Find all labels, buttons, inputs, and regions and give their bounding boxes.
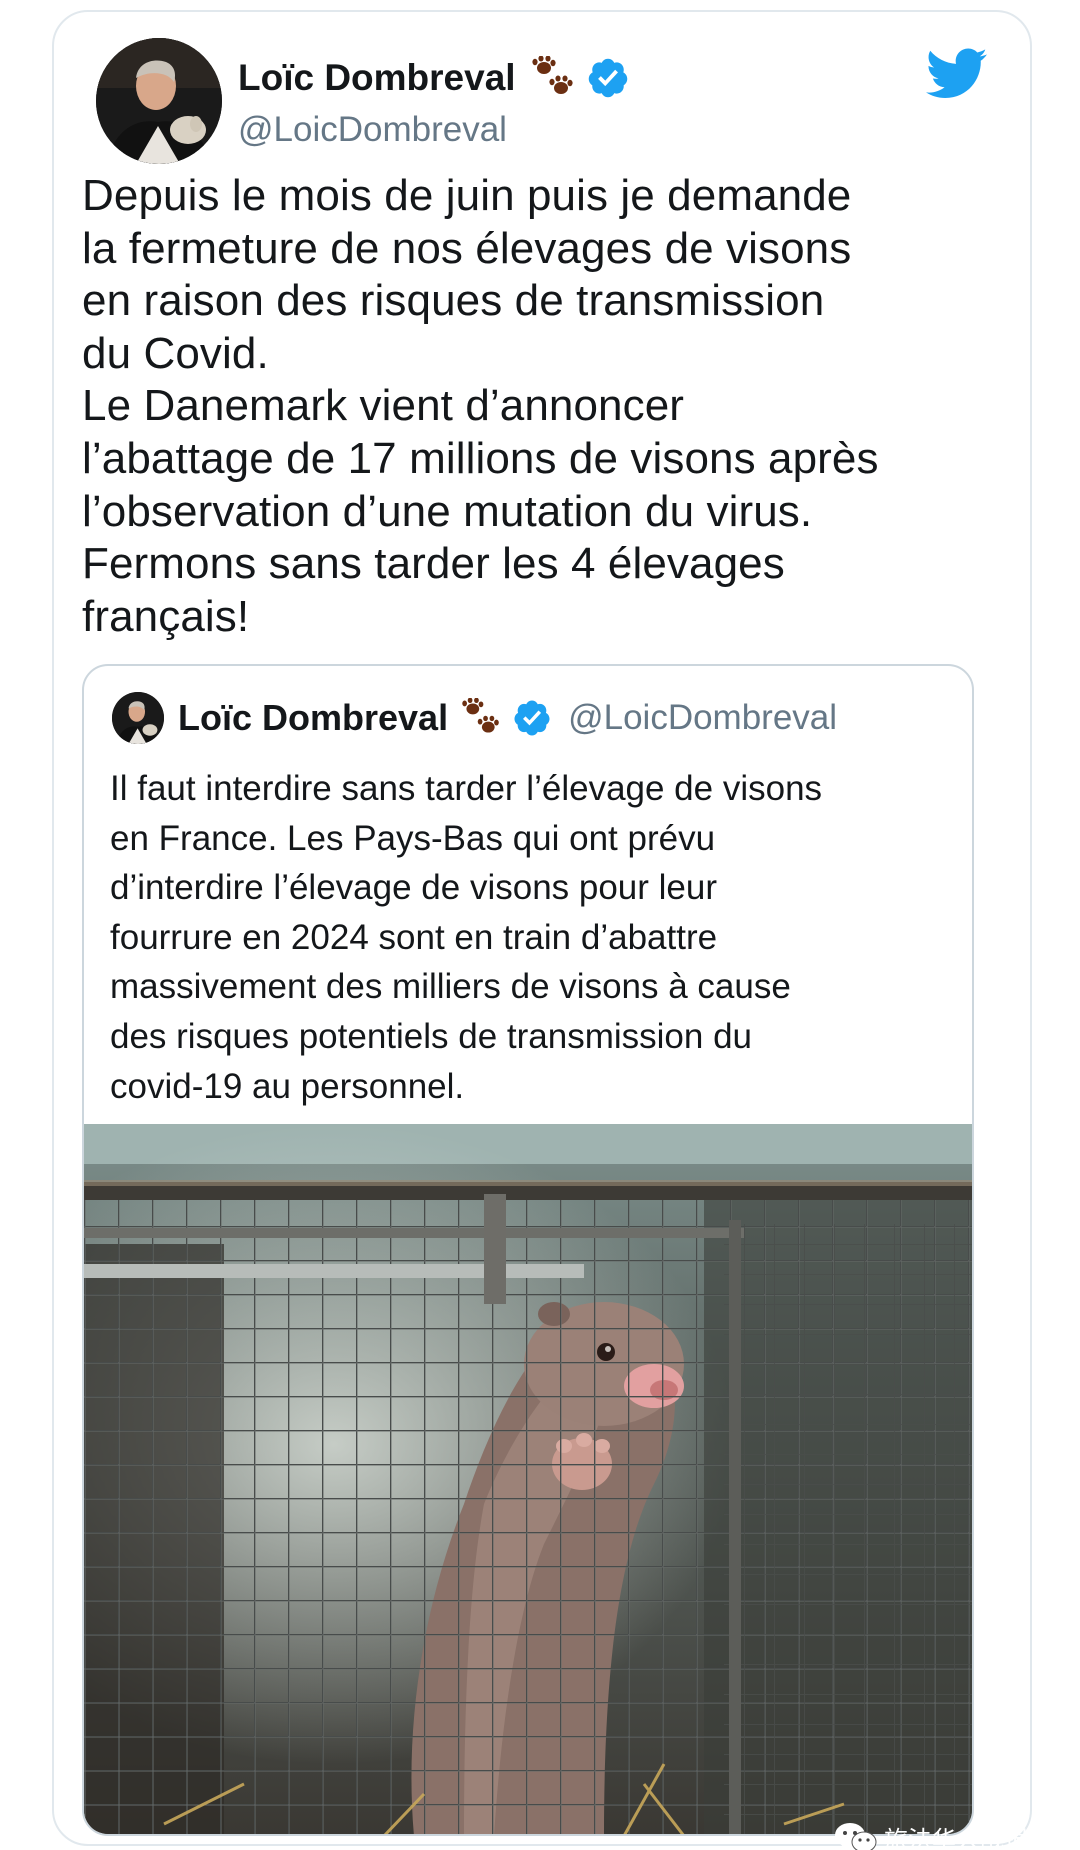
author-handle[interactable]: @LoicDombreval bbox=[238, 110, 507, 150]
tweet-card[interactable]: Loïc Dombreval @LoicDombreval Depuis le … bbox=[52, 10, 1032, 1846]
twitter-bird-icon bbox=[926, 48, 988, 100]
wechat-watermark: 旅法华人战报 bbox=[834, 1820, 1028, 1850]
author-name[interactable]: Loïc Dombreval bbox=[238, 57, 516, 99]
quoted-tweet-header: Loïc Dombreval @LoicDombreval bbox=[112, 690, 837, 746]
quoted-tweet-text: Il faut interdire sans tarder l’élevage … bbox=[110, 769, 823, 1106]
tweet-header: Loïc Dombreval @LoicDombreval bbox=[96, 38, 996, 168]
wechat-icon bbox=[834, 1821, 878, 1850]
paw-prints-icon bbox=[530, 55, 576, 100]
tweet-text: Depuis le mois de juin puis je demande l… bbox=[82, 171, 879, 641]
quoted-paw-prints-icon bbox=[460, 697, 502, 738]
quoted-avatar[interactable] bbox=[112, 692, 164, 744]
quoted-verified-badge-icon bbox=[512, 698, 552, 738]
mink-cage-photo[interactable] bbox=[84, 1124, 972, 1834]
quoted-author-handle[interactable]: @LoicDombreval bbox=[568, 698, 837, 738]
quoted-tweet-card[interactable]: Loïc Dombreval @LoicDombreval Il faut in… bbox=[82, 664, 974, 1836]
avatar[interactable] bbox=[96, 38, 222, 164]
watermark-text: 旅法华人战报 bbox=[884, 1827, 1028, 1850]
verified-badge-icon bbox=[586, 56, 630, 100]
page: Loïc Dombreval @LoicDombreval Depuis le … bbox=[0, 0, 1080, 1850]
author-name-row: Loïc Dombreval bbox=[238, 55, 630, 100]
quoted-author-name[interactable]: Loïc Dombreval bbox=[178, 697, 448, 739]
